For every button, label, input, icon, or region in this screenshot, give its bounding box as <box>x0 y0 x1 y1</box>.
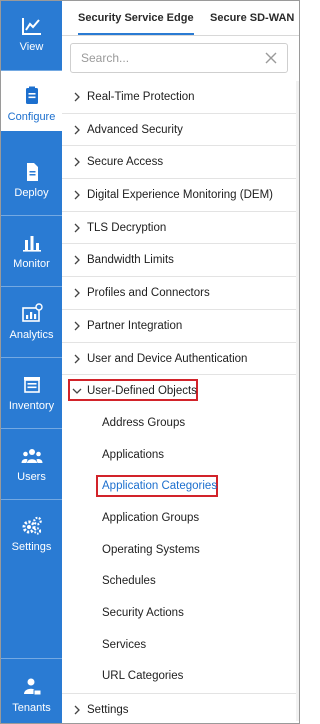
nav-inventory[interactable]: Inventory <box>1 374 62 434</box>
nav-monitor[interactable]: Monitor <box>1 232 62 292</box>
nav-deploy-label: Deploy <box>14 187 49 199</box>
nav-tenants-label: Tenants <box>12 702 51 714</box>
submenu-item-application-groups[interactable]: Application Groups <box>62 503 299 535</box>
submenu-item-label: Security Actions <box>102 607 184 619</box>
chevron-down-icon <box>72 388 82 395</box>
bar-chart-icon <box>22 236 41 252</box>
file-icon <box>26 163 38 181</box>
submenu-item-label: Application Groups <box>102 511 200 524</box>
scrollbar[interactable] <box>296 81 299 721</box>
chevron-right-icon <box>74 157 80 167</box>
submenu-item-label: Services <box>102 638 147 651</box>
chevron-right-icon <box>74 288 80 298</box>
menu-item-secure-access[interactable]: Secure Access <box>62 146 299 180</box>
submenu-item-label: Address Groups <box>102 416 186 429</box>
tab-security-service-edge[interactable]: Security Service Edge <box>78 1 194 35</box>
menu-item-label: TLS Decryption <box>87 221 167 234</box>
nav-configure-label: Configure <box>7 111 56 123</box>
nav-deploy[interactable]: Deploy <box>1 161 62 221</box>
nav-analytics-label: Analytics <box>9 329 54 341</box>
submenu-item-application-categories[interactable]: Application Categories <box>62 471 299 503</box>
nav-settings[interactable]: Settings <box>1 515 62 575</box>
chevron-right-icon <box>74 92 80 102</box>
nav-configure[interactable]: Configure <box>1 71 62 131</box>
menu-item-label: Partner Integration <box>87 319 183 332</box>
menu-item-label: Advanced Security <box>87 123 183 136</box>
menu-item-settings[interactable]: Settings <box>62 694 299 723</box>
submenu-item-schedules[interactable]: Schedules <box>62 566 299 598</box>
chevron-right-icon <box>74 223 80 233</box>
user-defined-objects-submenu: Address Groups Applications Application … <box>62 408 299 695</box>
chart-icon <box>21 18 41 35</box>
chevron-right-icon <box>74 705 80 715</box>
rail-divider <box>1 286 62 287</box>
nav-inventory-label: Inventory <box>8 400 55 412</box>
menu-item-user-defined-objects[interactable]: User-Defined Objects <box>62 375 299 408</box>
tenant-icon <box>23 678 41 696</box>
nav-tenants[interactable]: Tenants <box>1 676 62 721</box>
analytics-icon <box>21 303 43 322</box>
submenu-item-security-actions[interactable]: Security Actions <box>62 598 299 630</box>
close-icon[interactable] <box>263 49 279 67</box>
submenu-item-applications[interactable]: Applications <box>62 440 299 472</box>
left-navigation-rail: View Configure Deploy Monitor Analytics … <box>1 1 62 723</box>
chevron-right-icon <box>74 255 80 265</box>
submenu-item-label: Applications <box>102 448 165 461</box>
nav-view[interactable]: View <box>1 15 62 75</box>
chevron-right-icon <box>74 354 80 363</box>
menu-item-label: Profiles and Connectors <box>87 287 210 300</box>
menu-item-profiles-and-connectors[interactable]: Profiles and Connectors <box>62 277 299 310</box>
chevron-right-icon <box>74 125 80 135</box>
menu-item-label: Real-Time Protection <box>87 91 195 103</box>
rail-divider <box>1 215 62 216</box>
rail-divider <box>1 357 62 358</box>
chevron-right-icon <box>74 190 80 200</box>
menu-item-user-and-device-authentication[interactable]: User and Device Authentication <box>62 343 299 376</box>
rail-divider <box>1 499 62 500</box>
inventory-icon <box>23 377 40 393</box>
submenu-item-operating-systems[interactable]: Operating Systems <box>62 535 299 567</box>
menu-item-partner-integration[interactable]: Partner Integration <box>62 310 299 343</box>
tab-secure-sd-wan[interactable]: Secure SD-WAN <box>210 1 294 35</box>
menu-item-label: Secure Access <box>87 156 164 169</box>
clipboard-icon <box>25 86 38 104</box>
menu-item-label: User and Device Authentication <box>87 352 248 365</box>
search-input[interactable] <box>81 50 261 66</box>
submenu-item-label: Operating Systems <box>102 543 200 556</box>
menu-item-real-time-protection[interactable]: Real-Time Protection <box>62 81 299 114</box>
nav-view-label: View <box>19 41 44 53</box>
nav-settings-label: Settings <box>11 541 52 553</box>
menu-item-label: Settings <box>87 704 129 717</box>
menu-item-label: Digital Experience Monitoring (DEM) <box>87 189 273 202</box>
nav-users-label: Users <box>17 471 46 483</box>
submenu-item-services[interactable]: Services <box>62 630 299 662</box>
rail-divider <box>1 428 62 429</box>
submenu-item-url-categories[interactable]: URL Categories <box>62 661 299 693</box>
menu-item-bandwidth-limits[interactable]: Bandwidth Limits <box>62 244 299 278</box>
menu-item-label: Bandwidth Limits <box>87 254 174 267</box>
menu-item-tls-decryption[interactable]: TLS Decryption <box>62 212 299 245</box>
tab-bar: Security Service Edge Secure SD-WAN <box>62 1 299 36</box>
gears-icon <box>22 516 42 535</box>
nav-analytics[interactable]: Analytics <box>1 303 62 363</box>
rail-divider <box>1 658 62 659</box>
search-box <box>70 43 288 73</box>
chevron-right-icon <box>74 321 80 331</box>
menu-item-digital-experience-monitoring[interactable]: Digital Experience Monitoring (DEM) <box>62 179 299 212</box>
menu-item-advanced-security[interactable]: Advanced Security <box>62 114 299 147</box>
submenu-item-label: Application Categories <box>102 480 218 493</box>
submenu-item-address-groups[interactable]: Address Groups <box>62 408 299 440</box>
app-frame: View Configure Deploy Monitor Analytics … <box>0 0 300 724</box>
nav-users[interactable]: Users <box>1 445 62 505</box>
configure-panel: Security Service Edge Secure SD-WAN Real… <box>62 1 299 723</box>
menu-item-label: User-Defined Objects <box>87 385 197 398</box>
submenu-item-label: Schedules <box>102 575 156 588</box>
submenu-item-label: URL Categories <box>102 670 184 683</box>
config-menu: Real-Time Protection Advanced Security S… <box>62 81 299 723</box>
users-icon <box>21 449 42 463</box>
nav-monitor-label: Monitor <box>13 258 50 270</box>
